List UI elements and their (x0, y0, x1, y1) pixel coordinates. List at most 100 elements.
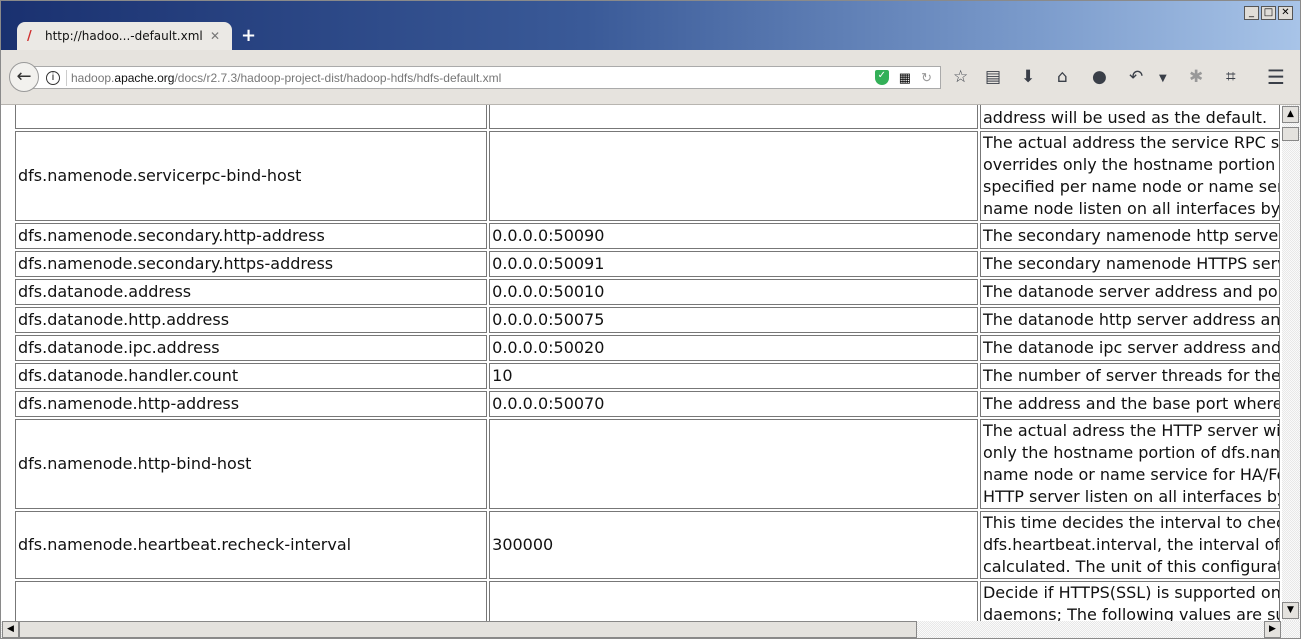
property-name (15, 581, 488, 621)
table-row: dfs.datanode.handler.count 10 The number o… (15, 363, 1280, 389)
property-value: 10 (489, 363, 978, 389)
new-tab-button[interactable]: + (241, 25, 256, 46)
table-row: dfs.namenode.heartbeat.recheck-interval 3… (15, 511, 1280, 579)
property-value: 0.0.0.0:50075 (489, 307, 978, 333)
table-row: dfs.namenode.http-bind-host The actual ad… (15, 419, 1280, 509)
table-row: Decide if HTTPS(SSL) is supported on H da… (15, 581, 1280, 621)
home-icon[interactable]: ⌂ (1057, 67, 1068, 87)
description-line: overrides only the hostname portion of (982, 155, 1280, 174)
page-content: address will be used as the default. dfs.… (1, 105, 1282, 621)
browser-window: _ □ ✕ / http://hadoo...-default.xml ✕ + … (0, 0, 1301, 639)
reload-icon[interactable]: ↻ (921, 70, 932, 86)
horizontal-scroll-thumb[interactable] (19, 621, 917, 638)
property-description: The datanode ipc server address and p (979, 335, 1280, 361)
table-row: dfs.namenode.http-address 0.0.0.0:50070 Th… (15, 391, 1280, 417)
property-description: The address and the base port where t (979, 391, 1280, 417)
description-line: only the hostname portion of dfs.name (982, 443, 1280, 462)
qr-code-icon[interactable]: ▦ (899, 70, 911, 86)
description-line: calculated. The unit of this configurati… (982, 557, 1280, 576)
property-value (489, 105, 978, 129)
property-name: dfs.datanode.ipc.address (15, 335, 488, 361)
description-line: name node or name service for HA/Fe (982, 465, 1280, 484)
description-line: address will be used as the default. (982, 108, 1268, 127)
description-line: specified per name node or name service (982, 177, 1279, 196)
description-line: The number of server threads for the d (982, 366, 1280, 385)
description-line: dfs.heartbeat.interval, the interval of … (982, 535, 1280, 554)
property-name: dfs.namenode.heartbeat.recheck-interval (15, 511, 488, 579)
scroll-down-button[interactable]: ▼ (1282, 602, 1299, 619)
divider (66, 69, 67, 86)
chevron-down-icon[interactable]: ▼ (1159, 73, 1167, 84)
table-row: dfs.datanode.http.address 0.0.0.0:50075 Th… (15, 307, 1280, 333)
maximize-button[interactable]: □ (1261, 6, 1276, 20)
property-description: The secondary namenode http server addre… (979, 223, 1280, 249)
description-line: The address and the base port where t (982, 394, 1280, 413)
tab-title: http://hadoo...-default.xml (45, 29, 203, 43)
description-line: daemons; The following values are sup (982, 605, 1280, 621)
description-line: The secondary namenode HTTPS server (982, 254, 1280, 273)
menu-icon[interactable]: ☰ (1267, 65, 1285, 89)
apache-feather-icon: / (27, 29, 32, 44)
property-description: The datanode http server address and (979, 307, 1280, 333)
horizontal-scrollbar[interactable]: ◀ ▶ (1, 621, 1300, 638)
property-value (489, 419, 978, 509)
description-line: The actual address the service RPC serve… (982, 133, 1280, 152)
description-line: The datanode http server address and (982, 310, 1280, 329)
config-table: address will be used as the default. dfs.… (13, 105, 1282, 621)
property-value: 300000 (489, 511, 978, 579)
property-name: dfs.namenode.secondary.http-address (15, 223, 488, 249)
crop-icon[interactable]: ⌗ (1226, 67, 1236, 87)
scroll-left-button[interactable]: ◀ (2, 621, 19, 638)
property-description: The number of server threads for the d (979, 363, 1280, 389)
description-line: The actual adress the HTTP server will (982, 421, 1280, 440)
reading-list-icon[interactable]: ▤ (985, 67, 1001, 87)
table-row: dfs.namenode.servicerpc-bind-host The act… (15, 131, 1280, 221)
property-value (489, 581, 978, 621)
property-value: 0.0.0.0:50090 (489, 223, 978, 249)
property-value: 0.0.0.0:50020 (489, 335, 978, 361)
description-line: Decide if HTTPS(SSL) is supported on H (982, 583, 1280, 602)
property-description: address will be used as the default. (979, 105, 1280, 129)
table-row: dfs.namenode.secondary.https-address 0.0.… (15, 251, 1280, 277)
description-line: The secondary namenode http server addre… (982, 226, 1280, 245)
scroll-right-button[interactable]: ▶ (1264, 621, 1281, 638)
property-value: 0.0.0.0:50070 (489, 391, 978, 417)
title-bar: _ □ ✕ / http://hadoo...-default.xml ✕ + (1, 1, 1300, 50)
property-name (15, 105, 488, 129)
vertical-scrollbar[interactable]: ▲ ▼ (1282, 105, 1300, 621)
download-icon[interactable]: ⬇ (1021, 67, 1035, 87)
property-name: dfs.datanode.handler.count (15, 363, 488, 389)
description-line: The datanode server address and port (982, 282, 1280, 301)
close-tab-icon[interactable]: ✕ (210, 29, 220, 43)
shield-check-icon[interactable]: ✓ (874, 70, 889, 85)
info-icon[interactable]: i (46, 70, 60, 85)
property-name: dfs.namenode.servicerpc-bind-host (15, 131, 488, 221)
property-value: 0.0.0.0:50091 (489, 251, 978, 277)
undo-icon[interactable]: ↶ (1129, 67, 1143, 87)
chat-icon[interactable]: ● (1092, 67, 1107, 87)
vertical-scroll-thumb[interactable] (1282, 127, 1299, 141)
table-row: dfs.datanode.ipc.address 0.0.0.0:50020 The… (15, 335, 1280, 361)
property-description: The actual adress the HTTP server will on… (979, 419, 1280, 509)
property-description: The secondary namenode HTTPS server (979, 251, 1280, 277)
close-window-button[interactable]: ✕ (1278, 6, 1293, 20)
description-line: The datanode ipc server address and p (982, 338, 1280, 357)
minimize-button[interactable]: _ (1244, 6, 1259, 20)
extension-icon[interactable]: ✱ (1189, 67, 1203, 87)
table-row: address will be used as the default. (15, 105, 1280, 129)
scroll-up-button[interactable]: ▲ (1282, 106, 1299, 123)
description-line: This time decides the interval to check (982, 513, 1280, 532)
description-line: name node listen on all interfaces by s (982, 199, 1280, 218)
browser-tab[interactable]: / http://hadoo...-default.xml ✕ (17, 22, 232, 50)
description-line: HTTP server listen on all interfaces by … (982, 487, 1280, 506)
property-description: This time decides the interval to check d… (979, 511, 1280, 579)
bookmark-star-icon[interactable]: ☆ (953, 67, 968, 87)
property-name: dfs.datanode.http.address (15, 307, 488, 333)
table-row: dfs.datanode.address 0.0.0.0:50010 The dat… (15, 279, 1280, 305)
property-description: Decide if HTTPS(SSL) is supported on H da… (979, 581, 1280, 621)
url-bar[interactable]: i hadoop. apache.org/docs/r2.7.3/hadoop-p… (31, 66, 941, 89)
property-value (489, 131, 978, 221)
back-button[interactable]: ← (9, 62, 39, 92)
property-name: dfs.namenode.http-bind-host (15, 419, 488, 509)
property-name: dfs.namenode.http-address (15, 391, 488, 417)
